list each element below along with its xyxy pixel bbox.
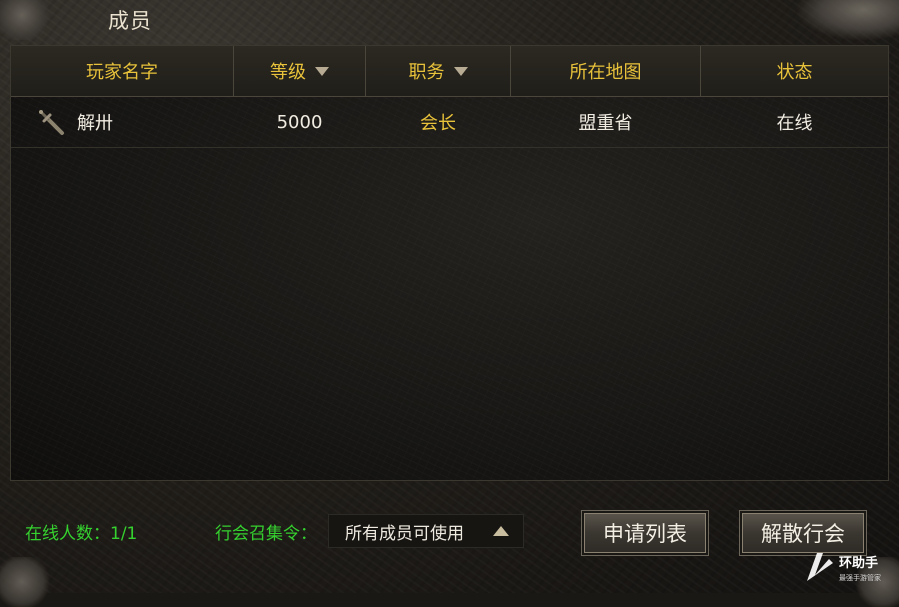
column-header-position[interactable]: 职务 [366,46,510,96]
sword-icon [39,110,64,135]
guild-members-window: 成员 玩家名字 等级 职务 所在地图 状态 解卅 5000 会长 盟重省 在线 … [0,0,899,607]
member-name: 解卅 [77,113,113,134]
column-header-map: 所在地图 [569,62,642,83]
window-title: 成员 [108,9,152,33]
watermark-subtext: 最强手游管家 [839,573,881,582]
column-header-status: 状态 [776,62,813,83]
triangle-up-icon[interactable] [493,526,509,536]
online-count-label: 在线人数：1/1 [25,524,138,544]
apply-list-button[interactable]: 申请列表 [582,511,708,555]
ornament-bottom-left [0,557,52,607]
table-row[interactable]: 解卅 5000 会长 盟重省 在线 [11,97,888,148]
column-header-player-name: 玩家名字 [86,62,158,83]
watermark-logo: 环助手 最强手游管家 [807,553,881,582]
watermark-text: 环助手 [839,555,878,571]
dragon-ornament-top-right [797,0,899,40]
summon-order-label: 行会召集令： [215,524,317,544]
summon-permission-dropdown[interactable]: 所有成员可使用 [328,514,524,548]
summon-permission-value: 所有成员可使用 [345,523,464,544]
member-table: 玩家名字 等级 职务 所在地图 状态 解卅 5000 会长 盟重省 在线 [10,45,889,481]
member-position: 会长 [420,113,456,134]
sort-down-icon[interactable] [315,66,329,76]
dragon-ornament-top-left [0,0,52,40]
member-map: 盟重省 [578,113,633,134]
column-header-level[interactable]: 等级 [234,46,365,96]
member-status: 在线 [776,113,813,134]
table-header: 玩家名字 等级 职务 所在地图 状态 [11,46,888,97]
member-name-cell: 解卅 [37,97,227,147]
sort-down-icon[interactable] [453,66,468,76]
member-level: 5000 [276,111,323,133]
